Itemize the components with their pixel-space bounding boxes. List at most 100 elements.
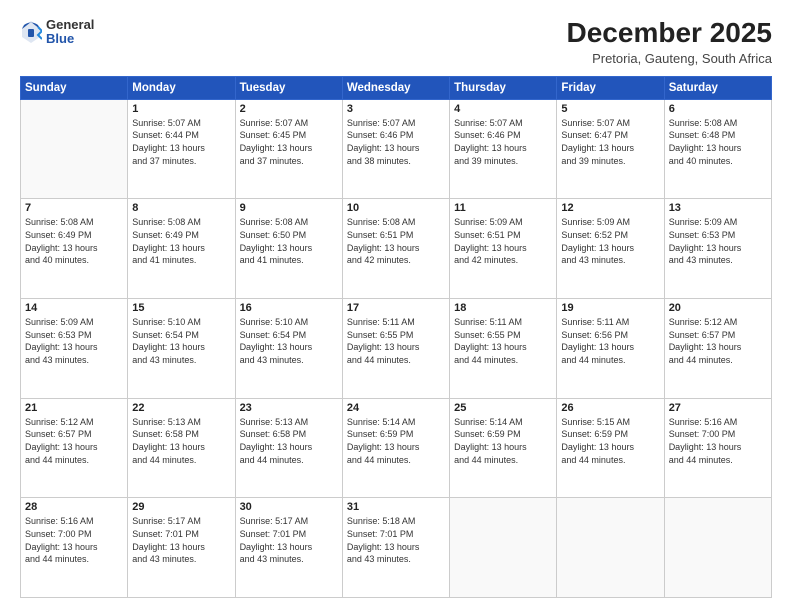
day-number: 27: [669, 402, 767, 414]
day-number: 16: [240, 302, 338, 314]
cell-info: Sunrise: 5:07 AMSunset: 6:46 PMDaylight:…: [454, 117, 552, 167]
title-block: December 2025 Pretoria, Gauteng, South A…: [567, 18, 772, 66]
day-number: 24: [347, 402, 445, 414]
cell-info: Sunrise: 5:07 AMSunset: 6:46 PMDaylight:…: [347, 117, 445, 167]
header: General Blue December 2025 Pretoria, Gau…: [20, 18, 772, 66]
day-number: 18: [454, 302, 552, 314]
cell-info: Sunrise: 5:07 AMSunset: 6:47 PMDaylight:…: [561, 117, 659, 167]
cell-info: Sunrise: 5:11 AMSunset: 6:56 PMDaylight:…: [561, 316, 659, 366]
cell-info: Sunrise: 5:12 AMSunset: 6:57 PMDaylight:…: [25, 416, 123, 466]
cell-info: Sunrise: 5:12 AMSunset: 6:57 PMDaylight:…: [669, 316, 767, 366]
cell-info: Sunrise: 5:11 AMSunset: 6:55 PMDaylight:…: [347, 316, 445, 366]
day-number: 15: [132, 302, 230, 314]
day-number: 31: [347, 501, 445, 513]
day-number: 19: [561, 302, 659, 314]
table-row: 25 Sunrise: 5:14 AMSunset: 6:59 PMDayligh…: [450, 398, 557, 498]
cell-info: Sunrise: 5:09 AMSunset: 6:52 PMDaylight:…: [561, 216, 659, 266]
day-number: 28: [25, 501, 123, 513]
page: General Blue December 2025 Pretoria, Gau…: [0, 0, 792, 612]
table-row: 18 Sunrise: 5:11 AMSunset: 6:55 PMDayligh…: [450, 299, 557, 399]
table-row: 28 Sunrise: 5:16 AMSunset: 7:00 PMDayligh…: [21, 498, 128, 598]
table-row: 10Sunrise: 5:08 AMSunset: 6:51 PMDayligh…: [342, 199, 449, 299]
cell-info: Sunrise: 5:11 AMSunset: 6:55 PMDaylight:…: [454, 316, 552, 366]
cell-info: Sunrise: 5:13 AMSunset: 6:58 PMDaylight:…: [240, 416, 338, 466]
cell-info: Sunrise: 5:14 AMSunset: 6:59 PMDaylight:…: [454, 416, 552, 466]
table-row: [21, 99, 128, 199]
day-number: 29: [132, 501, 230, 513]
day-number: 21: [25, 402, 123, 414]
table-row: 15Sunrise: 5:10 AMSunset: 6:54 PMDayligh…: [128, 299, 235, 399]
cell-info: Sunrise: 5:15 AMSunset: 6:59 PMDaylight:…: [561, 416, 659, 466]
col-tuesday: Tuesday: [235, 76, 342, 99]
cell-info: Sunrise: 5:14 AMSunset: 6:59 PMDaylight:…: [347, 416, 445, 466]
cell-info: Sunrise: 5:17 AMSunset: 7:01 PMDaylight:…: [240, 515, 338, 565]
table-row: 21 Sunrise: 5:12 AMSunset: 6:57 PMDayligh…: [21, 398, 128, 498]
table-row: [664, 498, 771, 598]
table-row: 11 Sunrise: 5:09 AMSunset: 6:51 PMDayligh…: [450, 199, 557, 299]
cell-info: Sunrise: 5:18 AMSunset: 7:01 PMDaylight:…: [347, 515, 445, 565]
table-row: 23 Sunrise: 5:13 AMSunset: 6:58 PMDayligh…: [235, 398, 342, 498]
cell-info: Sunrise: 5:08 AMSunset: 6:50 PMDaylight:…: [240, 216, 338, 266]
table-row: 19 Sunrise: 5:11 AMSunset: 6:56 PMDayligh…: [557, 299, 664, 399]
logo-blue-label: Blue: [46, 32, 94, 46]
cell-info: Sunrise: 5:08 AMSunset: 6:51 PMDaylight:…: [347, 216, 445, 266]
table-row: 26 Sunrise: 5:15 AMSunset: 6:59 PMDayligh…: [557, 398, 664, 498]
cell-info: Sunrise: 5:07 AMSunset: 6:44 PMDaylight:…: [132, 117, 230, 167]
calendar-header-row: Sunday Monday Tuesday Wednesday Thursday…: [21, 76, 772, 99]
col-thursday: Thursday: [450, 76, 557, 99]
logo-text: General Blue: [46, 18, 94, 47]
day-number: 12: [561, 202, 659, 214]
month-title: December 2025: [567, 18, 772, 49]
cell-info: Sunrise: 5:08 AMSunset: 6:48 PMDaylight:…: [669, 117, 767, 167]
day-number: 14: [25, 302, 123, 314]
cell-info: Sunrise: 5:16 AMSunset: 7:00 PMDaylight:…: [669, 416, 767, 466]
cell-info: Sunrise: 5:09 AMSunset: 6:51 PMDaylight:…: [454, 216, 552, 266]
calendar-week-row: 7 Sunrise: 5:08 AMSunset: 6:49 PMDaylight…: [21, 199, 772, 299]
day-number: 11: [454, 202, 552, 214]
col-monday: Monday: [128, 76, 235, 99]
cell-info: Sunrise: 5:16 AMSunset: 7:00 PMDaylight:…: [25, 515, 123, 565]
day-number: 23: [240, 402, 338, 414]
day-number: 4: [454, 103, 552, 115]
day-number: 30: [240, 501, 338, 513]
table-row: 12 Sunrise: 5:09 AMSunset: 6:52 PMDayligh…: [557, 199, 664, 299]
calendar-week-row: 1Sunrise: 5:07 AMSunset: 6:44 PMDaylight…: [21, 99, 772, 199]
table-row: [450, 498, 557, 598]
table-row: 7 Sunrise: 5:08 AMSunset: 6:49 PMDaylight…: [21, 199, 128, 299]
location: Pretoria, Gauteng, South Africa: [567, 51, 772, 66]
day-number: 6: [669, 103, 767, 115]
cell-info: Sunrise: 5:08 AMSunset: 6:49 PMDaylight:…: [132, 216, 230, 266]
day-number: 25: [454, 402, 552, 414]
day-number: 26: [561, 402, 659, 414]
table-row: 30 Sunrise: 5:17 AMSunset: 7:01 PMDayligh…: [235, 498, 342, 598]
col-sunday: Sunday: [21, 76, 128, 99]
day-number: 2: [240, 103, 338, 115]
table-row: 13Sunrise: 5:09 AMSunset: 6:53 PMDayligh…: [664, 199, 771, 299]
cell-info: Sunrise: 5:09 AMSunset: 6:53 PMDaylight:…: [669, 216, 767, 266]
table-row: 20Sunrise: 5:12 AMSunset: 6:57 PMDayligh…: [664, 299, 771, 399]
cell-info: Sunrise: 5:10 AMSunset: 6:54 PMDaylight:…: [240, 316, 338, 366]
day-number: 7: [25, 202, 123, 214]
cell-info: Sunrise: 5:09 AMSunset: 6:53 PMDaylight:…: [25, 316, 123, 366]
day-number: 22: [132, 402, 230, 414]
day-number: 3: [347, 103, 445, 115]
col-saturday: Saturday: [664, 76, 771, 99]
cell-info: Sunrise: 5:07 AMSunset: 6:45 PMDaylight:…: [240, 117, 338, 167]
table-row: 4 Sunrise: 5:07 AMSunset: 6:46 PMDaylight…: [450, 99, 557, 199]
col-wednesday: Wednesday: [342, 76, 449, 99]
table-row: [557, 498, 664, 598]
table-row: 17Sunrise: 5:11 AMSunset: 6:55 PMDayligh…: [342, 299, 449, 399]
table-row: 16 Sunrise: 5:10 AMSunset: 6:54 PMDayligh…: [235, 299, 342, 399]
calendar-week-row: 21 Sunrise: 5:12 AMSunset: 6:57 PMDayligh…: [21, 398, 772, 498]
logo: General Blue: [20, 18, 94, 47]
table-row: 2 Sunrise: 5:07 AMSunset: 6:45 PMDaylight…: [235, 99, 342, 199]
calendar-table: Sunday Monday Tuesday Wednesday Thursday…: [20, 76, 772, 598]
table-row: 9 Sunrise: 5:08 AMSunset: 6:50 PMDaylight…: [235, 199, 342, 299]
table-row: 22Sunrise: 5:13 AMSunset: 6:58 PMDayligh…: [128, 398, 235, 498]
cell-info: Sunrise: 5:08 AMSunset: 6:49 PMDaylight:…: [25, 216, 123, 266]
day-number: 9: [240, 202, 338, 214]
table-row: 3 Sunrise: 5:07 AMSunset: 6:46 PMDaylight…: [342, 99, 449, 199]
table-row: 6 Sunrise: 5:08 AMSunset: 6:48 PMDaylight…: [664, 99, 771, 199]
table-row: 24 Sunrise: 5:14 AMSunset: 6:59 PMDayligh…: [342, 398, 449, 498]
table-row: 1Sunrise: 5:07 AMSunset: 6:44 PMDaylight…: [128, 99, 235, 199]
